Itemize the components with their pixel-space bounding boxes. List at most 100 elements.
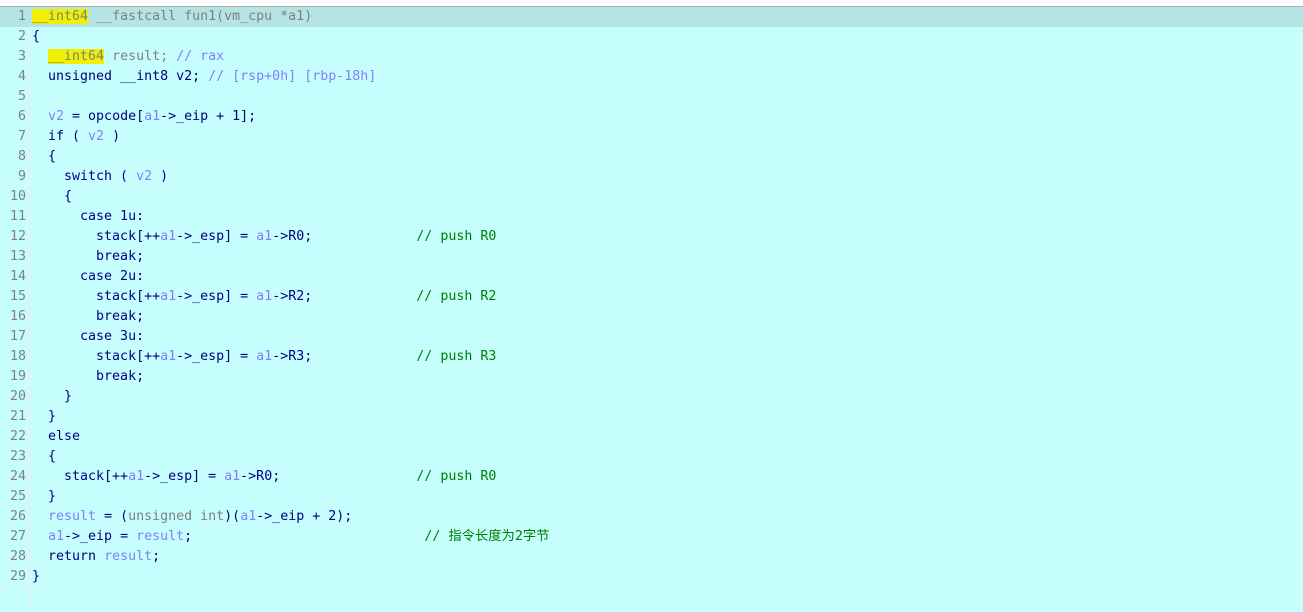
code-token: } [32, 409, 57, 424]
line-number: 27 [9, 529, 26, 544]
code-line[interactable]: 28 return result; [0, 547, 1303, 567]
line-number: 24 [9, 469, 26, 484]
line-number: 3 [17, 49, 26, 64]
code-line[interactable]: 14 case 2u: [0, 267, 1303, 287]
code-line[interactable]: 17 case 3u: [0, 327, 1303, 347]
code-token: a1 [256, 229, 273, 244]
code-line[interactable]: 18 stack[++a1->_esp] = a1->R3; // push R… [0, 347, 1303, 367]
code-token: )( [224, 509, 241, 524]
line-number: 22 [9, 429, 26, 444]
code-line[interactable]: 2{ [0, 27, 1303, 47]
code-token: result [48, 509, 97, 524]
line-number: 25 [9, 489, 26, 504]
line-number: 17 [9, 329, 26, 344]
code-token: __int64 [32, 9, 89, 24]
line-number: 19 [9, 369, 26, 384]
line-number: 10 [9, 189, 26, 204]
code-line[interactable]: 16 break; [0, 307, 1303, 327]
code-line[interactable]: 1 __int64 __fastcall fun1(vm_cpu *a1) [0, 7, 1303, 27]
code-token: } [32, 489, 57, 504]
pseudocode-view[interactable]: 1 __int64 __fastcall fun1(vm_cpu *a1) 2{3 … [0, 7, 1303, 587]
code-token: case 2u: [32, 269, 145, 284]
code-token: a1 [256, 289, 273, 304]
code-token: ->R0; [272, 229, 417, 244]
code-token: break; [32, 309, 145, 324]
code-token: __fastcall fun1(vm_cpu *a1) [88, 9, 313, 24]
line-number: 1 [17, 9, 26, 24]
code-token: unsigned int [128, 509, 225, 524]
code-token: = ( [96, 509, 129, 524]
code-line[interactable]: 20 } [0, 387, 1303, 407]
code-line[interactable]: 6 v2 = opcode[a1->_eip + 1]; [0, 107, 1303, 127]
code-line[interactable]: 24 stack[++a1->_esp] = a1->R0; // push R… [0, 467, 1303, 487]
code-token: a1 [128, 469, 145, 484]
code-token: ->R2; [272, 289, 417, 304]
code-token: a1 [160, 229, 177, 244]
code-line[interactable]: 15 stack[++a1->_esp] = a1->R2; // push R… [0, 287, 1303, 307]
code-line[interactable]: 13 break; [0, 247, 1303, 267]
code-comment: // rax [176, 49, 225, 64]
code-line[interactable]: 23 { [0, 447, 1303, 467]
code-line[interactable]: 3 __int64 result; // rax [0, 47, 1303, 67]
code-token: { [32, 29, 41, 44]
line-number: 2 [17, 29, 26, 44]
code-token: stack[++ [32, 229, 161, 244]
code-token: break; [32, 369, 145, 384]
code-token: ->_eip + 1]; [160, 109, 257, 124]
code-line[interactable]: 22 else [0, 427, 1303, 447]
code-token: result; [104, 49, 177, 64]
code-token: return [32, 549, 105, 564]
code-token: ; [152, 549, 161, 564]
code-line[interactable]: 11 case 1u: [0, 207, 1303, 227]
code-line[interactable]: 29} [0, 567, 1303, 587]
code-line[interactable]: 7 if ( v2 ) [0, 127, 1303, 147]
code-token: a1 [256, 349, 273, 364]
code-token: ->_esp] = [176, 229, 257, 244]
line-number: 15 [9, 289, 26, 304]
code-token: case 1u: [32, 209, 145, 224]
code-token: ; [184, 529, 425, 544]
code-token: ->R0; [240, 469, 417, 484]
line-number: 23 [9, 449, 26, 464]
code-token: stack[++ [32, 349, 161, 364]
code-comment: // push R2 [416, 289, 497, 304]
code-line[interactable]: 12 stack[++a1->_esp] = a1->R0; // push R… [0, 227, 1303, 247]
code-token: } [32, 569, 41, 584]
code-token: a1 [144, 109, 161, 124]
code-line[interactable]: 21 } [0, 407, 1303, 427]
line-number: 29 [9, 569, 26, 584]
code-token: ->_eip = [64, 529, 137, 544]
code-line[interactable]: 4 unsigned __int8 v2; // [rsp+0h] [rbp-1… [0, 67, 1303, 87]
code-token: a1 [160, 349, 177, 364]
line-number: 26 [9, 509, 26, 524]
line-number: 28 [9, 549, 26, 564]
code-comment: // push R0 [416, 229, 497, 244]
code-line[interactable]: 27 a1->_eip = result; // 指令长度为2字节 [0, 527, 1303, 547]
code-token: result [104, 549, 153, 564]
code-line[interactable]: 19 break; [0, 367, 1303, 387]
code-line[interactable]: 26 result = (unsigned int)(a1->_eip + 2)… [0, 507, 1303, 527]
line-number: 4 [17, 69, 26, 84]
code-line[interactable]: 25 } [0, 487, 1303, 507]
code-token: unsigned __int8 v2; [32, 69, 209, 84]
code-token: ) [152, 169, 169, 184]
code-token: stack[++ [32, 289, 161, 304]
code-line[interactable]: 5 [0, 87, 1303, 107]
code-line[interactable]: 8 { [0, 147, 1303, 167]
code-token: ->_esp] = [176, 349, 257, 364]
line-number: 16 [9, 309, 26, 324]
code-line[interactable]: 10 { [0, 187, 1303, 207]
code-comment: // [rsp+0h] [rbp-18h] [208, 69, 377, 84]
code-token: else [32, 429, 81, 444]
code-line[interactable]: 9 switch ( v2 ) [0, 167, 1303, 187]
code-token: ->_esp] = [176, 289, 257, 304]
line-number: 13 [9, 249, 26, 264]
code-token: case 3u: [32, 329, 145, 344]
code-token: ->_esp] = [144, 469, 225, 484]
code-token: a1 [224, 469, 241, 484]
code-token: { [32, 149, 57, 164]
line-number: 21 [9, 409, 26, 424]
line-number: 6 [17, 109, 26, 124]
